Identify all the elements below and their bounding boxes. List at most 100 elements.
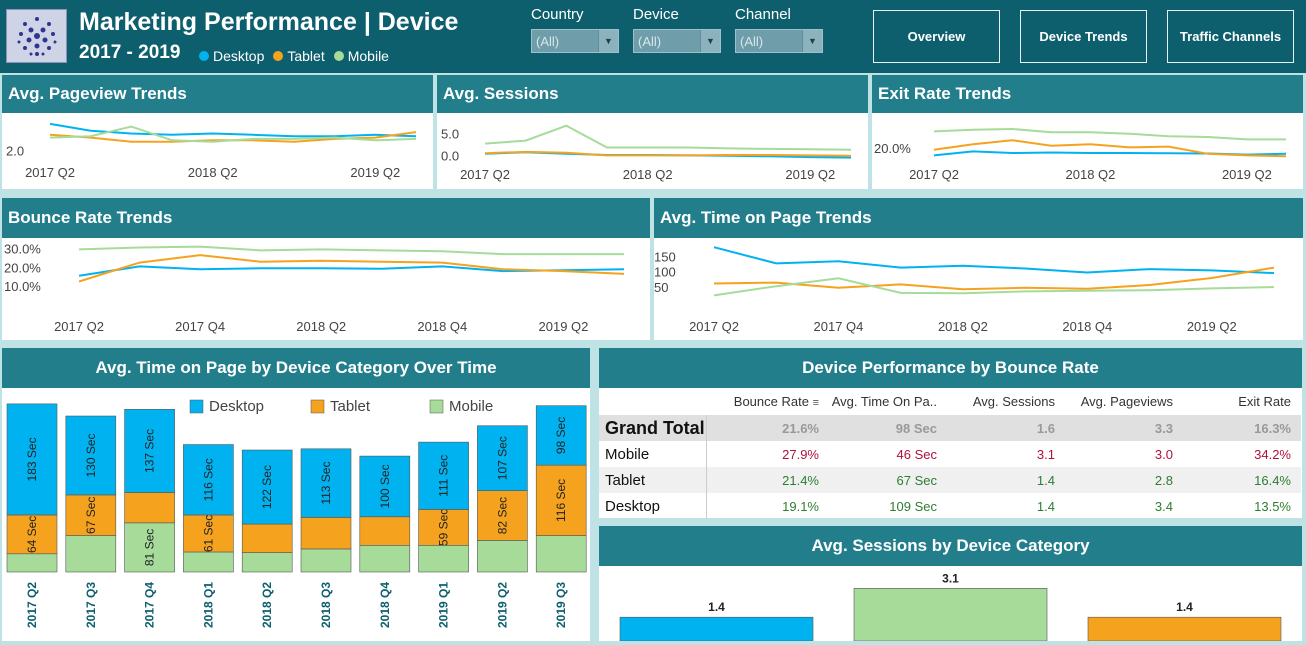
bar-value-label: 98 Sec <box>554 417 568 454</box>
column-header-bounce-rate[interactable]: Bounce Rate ≡ <box>707 394 825 409</box>
y-tick-label: 10.0% <box>4 279 41 294</box>
x-tick-label: 2019 Q2 <box>1187 319 1237 334</box>
x-tick-label: 2018 Q2 <box>1066 167 1116 182</box>
y-tick-label: 50 <box>654 280 668 295</box>
bar-segment-mobile <box>535 535 587 573</box>
column-header[interactable]: Exit Rate <box>1179 394 1297 409</box>
table-header-row: Bounce Rate ≡ Avg. Time On Pa.. Avg. Ses… <box>599 388 1301 415</box>
table-cell: 3.1 <box>1036 446 1055 462</box>
sessions-trends-chart: 2017 Q2 2018 Q2 2019 Q2 5.0 0.0 <box>437 113 868 189</box>
table-cell: 21.4% <box>782 472 819 488</box>
pageview-trends-chart: 2017 Q2 2018 Q2 2019 Q2 2.0 <box>2 113 433 189</box>
legend-label: Mobile <box>449 398 493 415</box>
legend-swatch-tablet <box>310 399 325 414</box>
panel-title: Exit Rate Trends <box>872 75 1303 113</box>
column-header[interactable]: Avg. Sessions <box>943 394 1061 409</box>
bar-segment-tablet <box>241 523 293 553</box>
bar-segment-tablet <box>359 516 411 546</box>
table-cell: 1.4 <box>1036 472 1055 488</box>
panel-title: Bounce Rate Trends <box>2 198 650 238</box>
series-line-desktop <box>713 246 1275 275</box>
desktop-dot-icon <box>199 51 209 61</box>
x-tick-label: 2017 Q4 <box>814 319 864 334</box>
select-value: (All) <box>638 33 662 49</box>
device-performance-table: Bounce Rate ≡ Avg. Time On Pa.. Avg. Ses… <box>599 388 1301 519</box>
column-header[interactable]: Avg. Pageviews <box>1061 394 1179 409</box>
bar-value-label: 113 Sec <box>319 462 333 505</box>
bar-segment-mobile <box>65 535 117 573</box>
table-cell: 19.1% <box>782 498 819 514</box>
legend-label: Tablet <box>330 398 371 415</box>
bar-value-label: 61 Sec <box>201 515 215 552</box>
legend-swatch-desktop <box>189 399 204 414</box>
x-tick-label: 2019 Q2 <box>785 167 835 182</box>
x-tick-label: 2017 Q2 <box>460 167 510 182</box>
legend-swatch-mobile <box>429 399 444 414</box>
stacked-time-on-page-chart: 64 Sec 183 Sec 2017 Q2 67 Sec 130 Sec 2017 Q3… <box>2 388 590 641</box>
bar-segment-mobile <box>359 544 411 573</box>
bar-segment-mobile <box>183 551 234 573</box>
legend-label: Desktop <box>213 48 265 64</box>
year-range: 2017 - 2019 <box>79 42 181 63</box>
legend-label: Mobile <box>347 48 389 64</box>
table-cell: 1.6 <box>1036 420 1055 436</box>
sessions-trends-panel: Avg. Sessions 2017 Q2 2018 Q2 2019 Q2 5.0 0.… <box>437 75 868 189</box>
device-filter: Device (All) ▼ <box>633 6 721 53</box>
bar-value-label: 111 Sec <box>437 455 451 497</box>
y-tick-label: 100 <box>654 265 676 280</box>
logo-icon <box>6 9 67 63</box>
bounce-rate-trends-panel: Bounce Rate Trends 2017 Q2 2017 Q4 2018 Q2… <box>2 198 650 340</box>
filter-label: Country <box>531 6 584 23</box>
exit-rate-trends-chart: 2017 Q2 2018 Q2 2019 Q2 20.0% <box>872 113 1303 189</box>
series-line-desktop <box>49 122 417 138</box>
bar-segment-mobile <box>477 540 528 573</box>
bar-segment-tablet <box>300 517 352 550</box>
table-row: Tablet 21.4% 67 Sec 1.4 2.8 16.4% <box>599 467 1301 493</box>
column-header[interactable]: Avg. Time On Pa.. <box>825 394 943 409</box>
traffic-channels-button[interactable]: Traffic Channels <box>1167 10 1294 63</box>
bounce-rate-trends-chart: 2017 Q2 2017 Q4 2018 Q2 2018 Q4 2019 Q2 30.0%… <box>2 238 650 340</box>
bar-tablet <box>1087 616 1282 641</box>
filter-label: Device <box>633 6 679 23</box>
bar-value-label: 3.1 <box>942 571 959 585</box>
row-header-spacer <box>599 388 707 415</box>
x-tick-label: 2019 Q1 <box>437 582 451 628</box>
sessions-by-device-panel: Avg. Sessions by Device Category 1.4 3.1 1… <box>599 526 1302 641</box>
y-tick-label: 2.0 <box>6 143 24 158</box>
y-tick-label: 5.0 <box>441 126 459 141</box>
table-row: Grand Total 21.6% 98 Sec 1.6 3.3 16.3% <box>599 415 1301 441</box>
chevron-down-icon[interactable]: ▼ <box>802 30 822 52</box>
device-select[interactable]: (All) ▼ <box>633 29 721 53</box>
pageview-trends-panel: Avg. Pageview Trends 2017 Q2 2018 Q2 2019 … <box>2 75 433 189</box>
table-row: Mobile 27.9% 46 Sec 3.1 3.0 34.2% <box>599 441 1301 467</box>
exit-rate-trends-panel: Exit Rate Trends 2017 Q2 2018 Q2 2019 Q2 20… <box>872 75 1303 189</box>
panel-title: Avg. Time on Page by Device Category Ove… <box>2 348 590 388</box>
country-select[interactable]: (All) ▼ <box>531 29 619 53</box>
device-trends-button[interactable]: Device Trends <box>1020 10 1147 63</box>
bar-value-label: 137 Sec <box>143 429 157 473</box>
x-tick-label: 2018 Q2 <box>296 319 346 334</box>
y-tick-label: 20.0% <box>874 141 911 156</box>
panel-title: Avg. Sessions <box>437 75 868 113</box>
overview-button[interactable]: Overview <box>873 10 1000 63</box>
bar-value-label: 82 Sec <box>495 497 509 534</box>
sort-icon[interactable]: ≡ <box>813 397 819 409</box>
bar-value-label: 67 Sec <box>84 497 98 534</box>
table-cell: 3.4 <box>1154 498 1173 514</box>
legend-item-mobile: Mobile <box>333 48 389 64</box>
channel-select[interactable]: (All) ▼ <box>735 29 823 53</box>
bar-value-label: 116 Sec <box>201 458 215 501</box>
bar-value-label: 100 Sec <box>378 464 392 508</box>
chevron-down-icon[interactable]: ▼ <box>598 30 618 52</box>
x-tick-label: 2019 Q2 <box>350 165 400 180</box>
bar-segment-mobile <box>241 552 293 573</box>
table-row: Desktop 19.1% 109 Sec 1.4 3.4 13.5% <box>599 493 1301 519</box>
device-legend: Desktop Tablet Mobile <box>199 48 389 64</box>
filter-label: Channel <box>735 6 791 23</box>
table-cell: 16.4% <box>1254 472 1291 488</box>
chevron-down-icon[interactable]: ▼ <box>700 30 720 52</box>
bar-segment-mobile <box>300 548 352 573</box>
panel-title: Device Performance by Bounce Rate <box>599 348 1302 388</box>
row-label: Mobile <box>599 441 707 467</box>
table-cell: 3.0 <box>1154 446 1173 462</box>
